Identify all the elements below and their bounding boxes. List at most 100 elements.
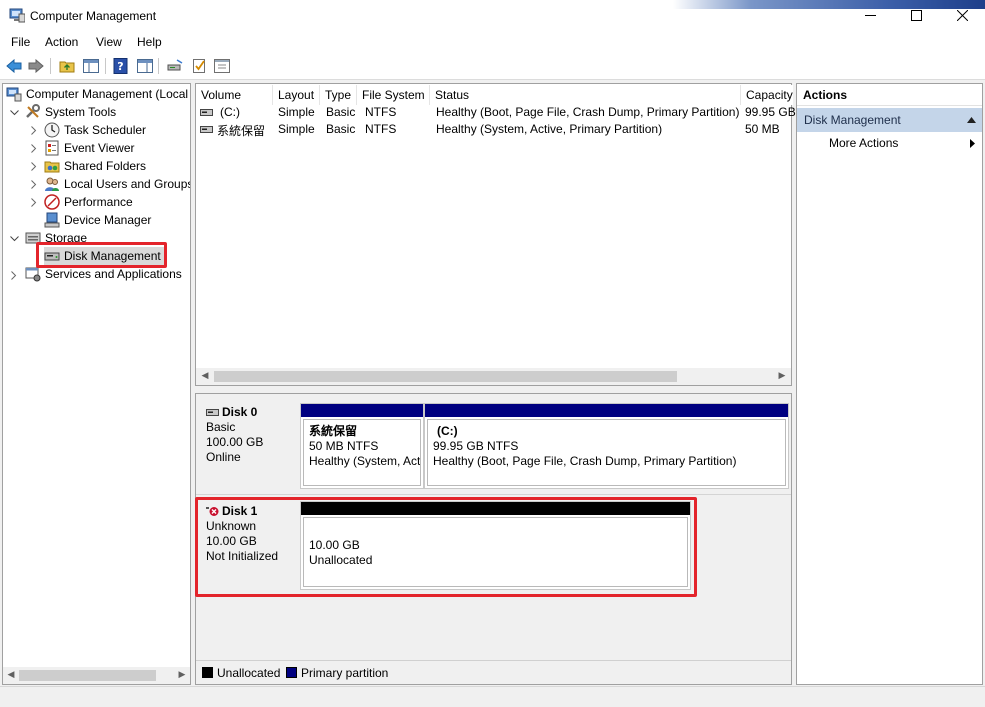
actions-section-disk-management[interactable]: Disk Management	[797, 108, 982, 132]
table-row[interactable]: (C:) Simple Basic NTFS Healthy (Boot, Pa…	[196, 105, 796, 121]
svg-text:?: ?	[117, 60, 123, 73]
tree-node-performance[interactable]: Performance	[44, 193, 133, 211]
column-header-capacity[interactable]: Capacity	[741, 85, 793, 105]
scroll-right-icon[interactable]: ▶	[775, 370, 789, 381]
tree-node-device-manager[interactable]: Device Manager	[44, 211, 151, 229]
tree-node-local-users-and-groups[interactable]: Local Users and Groups	[44, 175, 191, 193]
cell-file-system: NTFS	[365, 105, 397, 119]
actions-header: Actions	[797, 84, 982, 106]
maximize-button[interactable]	[893, 0, 939, 31]
console-tree: Computer Management (Local System Tools …	[2, 83, 191, 685]
properties-button[interactable]	[213, 57, 231, 75]
minimize-icon	[864, 15, 876, 16]
tree-node-computer-management[interactable]: Computer Management (Local	[6, 85, 188, 103]
menu-file[interactable]: File	[11, 35, 30, 49]
scroll-thumb[interactable]	[214, 371, 677, 382]
console-tree-icon	[83, 59, 99, 73]
title-bar: Computer Management	[0, 0, 985, 31]
disk-0-label[interactable]: Disk 0 Basic 100.00 GB Online	[206, 405, 263, 465]
expand-services-icon[interactable]	[9, 270, 19, 280]
show-action-pane-button[interactable]	[136, 57, 154, 75]
tree-horizontal-scrollbar[interactable]: ◀ ▶	[3, 667, 190, 684]
expand-shared-folders-icon[interactable]	[29, 161, 39, 171]
disk-drive-icon	[206, 409, 219, 416]
help-icon: ?	[113, 58, 128, 74]
minimize-button[interactable]	[847, 0, 893, 31]
cell-layout: Simple	[278, 105, 315, 119]
device-manager-icon	[44, 212, 60, 228]
menu-bar: File Action View Help	[0, 31, 985, 53]
tree-node-label: Shared Folders	[64, 159, 147, 173]
toolbar: ?	[0, 53, 985, 80]
volume-drive-icon	[200, 126, 213, 133]
forward-arrow-icon	[28, 59, 44, 73]
folder-up-icon	[59, 61, 75, 73]
expand-local-users-icon[interactable]	[29, 179, 39, 189]
table-row[interactable]: 系統保留 Simple Basic NTFS Healthy (System, …	[196, 122, 791, 138]
tree-node-label: Task Scheduler	[64, 123, 147, 137]
partition-c-drive[interactable]: (C:) 99.95 GB NTFS Healthy (Boot, Page F…	[424, 403, 789, 489]
expand-event-viewer-icon[interactable]	[29, 143, 39, 153]
expand-performance-icon[interactable]	[29, 197, 39, 207]
checklist-icon	[193, 59, 205, 73]
tree-node-label: Event Viewer	[64, 141, 135, 155]
scroll-left-icon[interactable]: ◀	[4, 669, 18, 680]
volume-list: Volume Layout Type File System Status Ca…	[195, 83, 796, 386]
show-hide-tree-button[interactable]	[82, 57, 100, 75]
column-header-file-system[interactable]: File System	[357, 85, 430, 105]
column-header-type[interactable]: Type	[320, 85, 357, 105]
action-pane-icon	[137, 59, 153, 73]
highlight-disk-management	[36, 242, 167, 268]
cell-status: Healthy (System, Active, Primary Partiti…	[436, 122, 663, 136]
collapse-storage-icon[interactable]	[9, 234, 19, 244]
disk-type: Basic	[206, 420, 236, 434]
primary-partition-bar	[425, 404, 788, 417]
back-button[interactable]	[5, 57, 23, 75]
tree-node-label: Local Users and Groups	[64, 177, 191, 191]
cell-volume: (C:)	[220, 105, 240, 119]
column-header-layout[interactable]: Layout	[273, 85, 320, 105]
window-title: Computer Management	[30, 9, 157, 23]
partition-size: 50 MB NTFS	[309, 439, 379, 453]
collapse-system-tools-icon[interactable]	[9, 108, 19, 118]
cell-layout: Simple	[278, 122, 315, 136]
list-horizontal-scrollbar[interactable]: ◀ ▶	[196, 368, 791, 385]
more-actions-item[interactable]: More Actions	[829, 136, 898, 150]
connect-button[interactable]	[166, 57, 184, 75]
partition-system-reserved[interactable]: 系統保留 50 MB NTFS Healthy (System, Act	[300, 403, 424, 489]
up-folder-button[interactable]	[58, 57, 76, 75]
computer-management-icon	[9, 8, 25, 23]
cell-status: Healthy (Boot, Page File, Crash Dump, Pr…	[436, 105, 740, 119]
expand-task-scheduler-icon[interactable]	[29, 125, 39, 135]
menu-view[interactable]: View	[96, 35, 122, 49]
help-button[interactable]: ?	[112, 57, 130, 75]
submenu-arrow-icon[interactable]	[970, 139, 975, 148]
forward-button[interactable]	[27, 57, 45, 75]
menu-help[interactable]: Help	[137, 35, 162, 49]
cell-capacity: 99.95 GB	[745, 105, 796, 119]
tree-node-shared-folders[interactable]: Shared Folders	[44, 157, 146, 175]
disk-size: 100.00 GB	[206, 435, 264, 449]
cell-type: Basic	[326, 105, 356, 119]
scroll-right-icon[interactable]: ▶	[175, 669, 189, 680]
users-icon	[45, 177, 59, 191]
column-header-status[interactable]: Status	[430, 85, 741, 105]
tree-node-task-scheduler[interactable]: Task Scheduler	[44, 121, 146, 139]
partition-status: Healthy (System, Act	[309, 454, 421, 468]
volume-drive-icon	[200, 109, 213, 116]
legend-primary-label: Primary partition	[301, 666, 389, 680]
menu-action[interactable]: Action	[45, 35, 78, 49]
check-button[interactable]	[190, 57, 208, 75]
column-header-volume[interactable]: Volume	[196, 85, 273, 105]
clock-icon	[44, 122, 60, 138]
event-log-icon	[45, 140, 59, 156]
tree-node-label: Services and Applications	[45, 267, 182, 281]
collapse-up-icon[interactable]	[967, 117, 976, 123]
close-button[interactable]	[939, 0, 985, 31]
scroll-thumb[interactable]	[19, 670, 156, 681]
status-bar	[0, 686, 985, 707]
tree-node-system-tools[interactable]: System Tools	[25, 103, 116, 121]
tree-node-label: Computer Management (Local	[26, 87, 189, 101]
scroll-left-icon[interactable]: ◀	[198, 370, 212, 381]
tree-node-event-viewer[interactable]: Event Viewer	[44, 139, 134, 157]
